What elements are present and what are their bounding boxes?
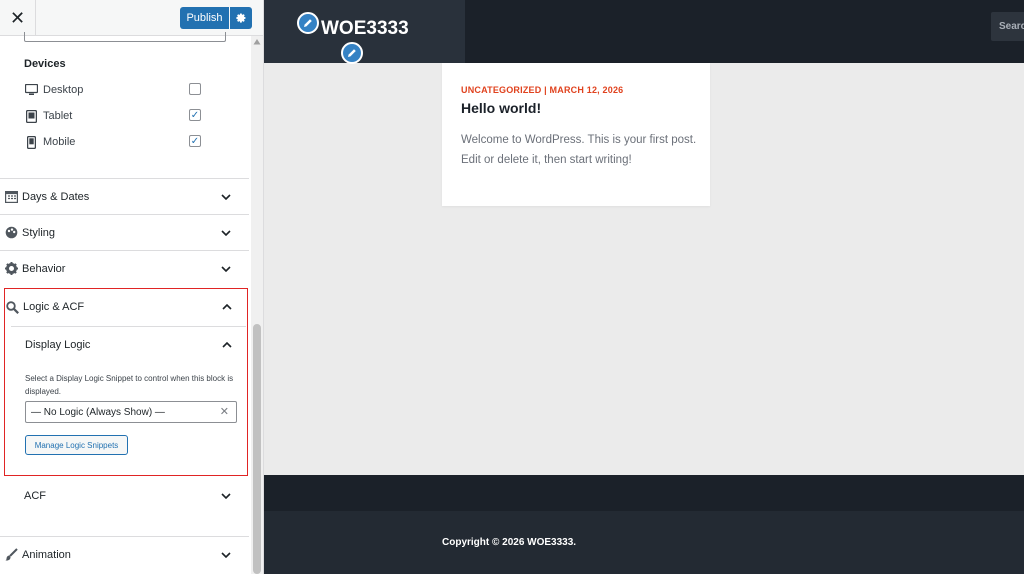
section-label: Behavior [22, 262, 66, 275]
device-label-desktop: Desktop [43, 84, 84, 96]
chevron-up-icon [220, 300, 234, 314]
post-excerpt: Welcome to WordPress. This is your first… [461, 134, 697, 166]
pencil-icon [348, 49, 356, 57]
publish-button[interactable]: Publish [180, 7, 229, 29]
edit-tagline-shortcut[interactable] [341, 42, 363, 64]
sidebar-scrollbar[interactable] [251, 36, 263, 574]
section-styling[interactable]: Styling [0, 214, 249, 250]
device-row-mobile: Mobile ✓ [24, 133, 204, 151]
acf-toggle[interactable]: ACF [0, 476, 249, 516]
post-title[interactable]: Hello world! [461, 100, 541, 116]
chevron-down-icon [219, 262, 233, 276]
section-label: Animation [22, 548, 71, 561]
device-row-tablet: Tablet ✓ [24, 107, 204, 125]
customizer-header: ✕ Publish [0, 0, 263, 36]
section-logic-acf[interactable]: Logic & ACF [5, 289, 246, 325]
mobile-icon [24, 135, 38, 149]
logic-acf-panel: Logic & ACF Display Logic Select a Displ… [4, 288, 248, 476]
display-logic-title: Display Logic [25, 339, 91, 351]
tablet-checkbox[interactable]: ✓ [189, 109, 201, 121]
chevron-up-icon [220, 338, 234, 352]
edit-site-title-shortcut[interactable] [297, 12, 319, 34]
section-behavior[interactable]: Behavior [0, 250, 249, 286]
section-label: Days & Dates [22, 190, 90, 203]
checkmark-icon: ✓ [190, 109, 200, 121]
post-meta[interactable]: UNCATEGORIZED | MARCH 12, 2026 [461, 85, 623, 95]
section-days-dates[interactable]: Days & Dates [0, 178, 249, 214]
display-logic-toggle[interactable]: Display Logic [5, 327, 246, 363]
chevron-down-icon [219, 226, 233, 240]
close-button[interactable]: ✕ [0, 0, 36, 36]
section-label: Styling [22, 226, 56, 239]
devices-heading: Devices [24, 58, 66, 70]
pencil-icon [304, 19, 312, 27]
manage-logic-snippets-button[interactable]: Manage Logic Snippets [25, 435, 128, 455]
palette-icon [4, 226, 18, 240]
checkmark-icon: ✓ [190, 135, 200, 147]
post-card: UNCATEGORIZED | MARCH 12, 2026 Hello wor… [442, 63, 710, 206]
device-label-mobile: Mobile [43, 136, 76, 148]
display-logic-help-text: Select a Display Logic Snippet to contro… [25, 374, 234, 396]
mobile-checkbox[interactable]: ✓ [189, 135, 201, 147]
site-title[interactable]: WOE3333 [321, 18, 409, 40]
section-animation[interactable]: Animation [0, 536, 249, 572]
brush-icon [4, 548, 18, 562]
footer-widgets [264, 475, 1024, 511]
scrollbar-thumb[interactable] [253, 324, 261, 574]
partial-text-input[interactable] [24, 32, 226, 42]
section-label: Logic & ACF [23, 301, 85, 313]
tablet-icon [24, 109, 38, 123]
site-header: WOE3333 Search [264, 0, 1024, 64]
calendar-icon [4, 190, 18, 204]
scroll-up-arrow-icon[interactable] [253, 38, 261, 46]
acf-title: ACF [24, 490, 46, 502]
copyright-text: Copyright © 2026 WOE3333. [442, 537, 577, 548]
site-footer: Copyright © 2026 WOE3333. [264, 511, 1024, 574]
customizer-panel-content: Devices Desktop Tablet ✓ Mobile ✓ Days &… [0, 32, 250, 574]
site-preview: WOE3333 Search UNCATEGORIZED | MARCH 12,… [264, 0, 1024, 574]
chevron-down-icon [219, 489, 233, 503]
gear-icon [4, 262, 18, 276]
customizer-sidebar: ✕ Publish Devices Desktop Tablet ✓ Mobil… [0, 0, 264, 574]
selected-value: — No Logic (Always Show) — [31, 406, 165, 418]
chevron-down-icon [219, 190, 233, 204]
close-icon: ✕ [9, 7, 26, 28]
chevron-down-icon [219, 548, 233, 562]
desktop-icon [24, 83, 38, 97]
gear-icon [235, 12, 245, 23]
magnifier-icon [5, 300, 19, 314]
device-row-desktop: Desktop [24, 81, 204, 99]
device-label-tablet: Tablet [43, 110, 73, 122]
publish-settings-button[interactable] [230, 7, 252, 29]
display-logic-select[interactable]: — No Logic (Always Show) — ✕ [25, 401, 237, 423]
desktop-checkbox[interactable] [189, 83, 201, 95]
search-input[interactable]: Search [991, 12, 1024, 41]
clear-icon[interactable]: ✕ [220, 405, 229, 418]
